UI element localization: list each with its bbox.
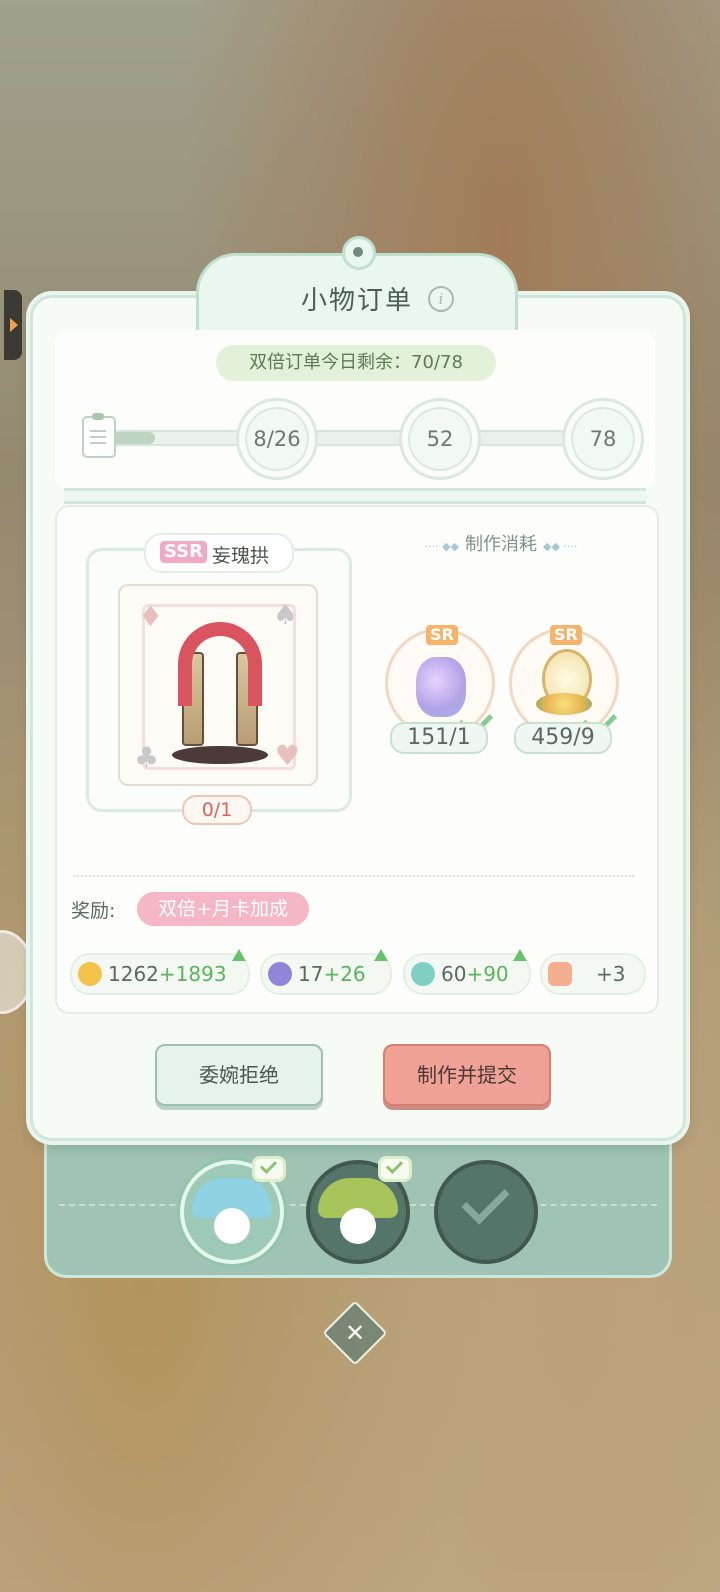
heart-check-icon (378, 1156, 412, 1182)
heart-check-icon (252, 1156, 286, 1182)
reward-value: 17+26 (298, 955, 366, 993)
reward-value: 60+90 (441, 955, 509, 993)
reward-gem[interactable]: 17+26 (260, 949, 392, 995)
reward-exp[interactable]: 60+90 (403, 949, 531, 995)
materials-label: 制作消耗 (405, 530, 597, 556)
reward-value: +3 (596, 962, 626, 986)
mushroom-face (214, 1208, 250, 1244)
npc-green-mushroom[interactable] (306, 1156, 412, 1264)
material-rarity-badge: SR (550, 625, 582, 645)
reward-value: 1262+1893 (108, 955, 227, 993)
info-icon[interactable]: i (428, 286, 454, 312)
order-progress-bar (100, 430, 634, 446)
decline-button[interactable]: 委婉拒绝 (155, 1044, 323, 1106)
npc-blue-mushroom[interactable] (180, 1156, 286, 1264)
section-divider (64, 488, 646, 504)
side-expand-tab[interactable] (4, 290, 22, 360)
reward-base: 60 (441, 962, 467, 986)
coin-icon (78, 962, 102, 986)
up-arrow-icon (232, 949, 246, 961)
spade-suit-icon: ♠ (272, 598, 298, 631)
up-arrow-icon (374, 949, 388, 961)
gem-icon (268, 962, 292, 986)
reward-plus: +1893 (158, 962, 227, 986)
reward-base: 1262 (108, 962, 159, 986)
reward-coin[interactable]: 1262+1893 (70, 949, 250, 995)
ticket-icon (548, 962, 572, 986)
material-count: 151/1 (390, 722, 488, 754)
mushroom-face (340, 1208, 376, 1244)
item-name-tag: SSR 妄瑰拱 (144, 533, 294, 573)
material-count: 459/9 (514, 722, 612, 754)
reward-bonus-badge: 双倍+月卡加成 (137, 892, 309, 926)
npc-completed-slot[interactable] (434, 1160, 538, 1264)
heart-suit-icon: ♥ (274, 739, 300, 772)
craft-submit-button[interactable]: 制作并提交 (383, 1044, 551, 1106)
milestone-1[interactable]: 8/26 (236, 398, 318, 480)
diamond-suit-icon: ♦ (138, 600, 164, 633)
material-rarity-badge: SR (426, 625, 458, 645)
item-rarity-badge: SSR (160, 541, 207, 563)
item-name: 妄瑰拱 (212, 545, 270, 567)
dotted-divider (74, 875, 634, 877)
item-card[interactable]: ♦ ♠ ♣ ♥ (118, 584, 318, 786)
exp-icon (411, 962, 435, 986)
crystal-flower-bundle-icon (416, 657, 466, 717)
item-owned-count: 0/1 (182, 795, 252, 825)
clipboard-icon (82, 413, 116, 458)
double-orders-banner: 双倍订单今日剩余：70/78 (216, 345, 496, 381)
rose-arch-icon (172, 614, 268, 764)
reward-plus: +90 (466, 962, 509, 986)
club-suit-icon: ♣ (134, 741, 160, 774)
reward-plus: +26 (323, 962, 366, 986)
check-icon (461, 1176, 510, 1225)
reward-base: 17 (298, 962, 324, 986)
reward-label: 奖励: (71, 900, 116, 922)
milestone-3[interactable]: 78 (562, 398, 644, 480)
milestone-2[interactable]: 52 (399, 398, 481, 480)
up-arrow-icon (513, 949, 527, 961)
title-ring-decoration (342, 236, 376, 270)
reward-extra[interactable]: +3 (540, 953, 646, 995)
page-title: 小物订单 (300, 286, 413, 316)
close-icon: ✕ (344, 1319, 366, 1347)
bouquet-flowers (536, 693, 592, 715)
